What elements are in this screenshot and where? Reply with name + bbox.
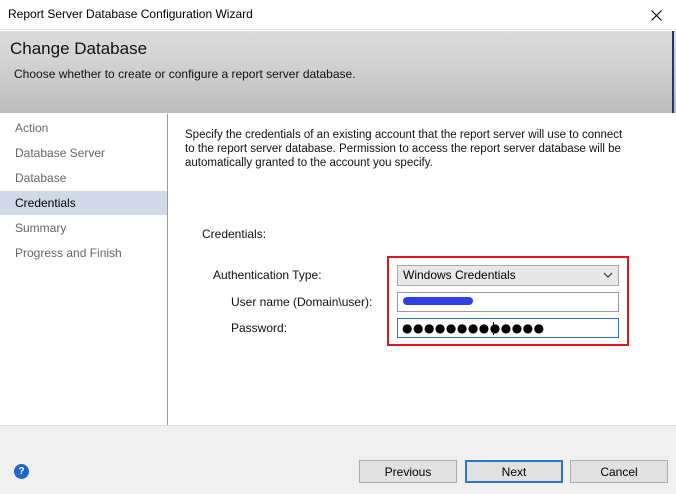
chevron-down-icon [603, 272, 613, 278]
step-credentials[interactable]: Credentials [0, 191, 167, 215]
window-title: Report Server Database Configuration Wiz… [8, 7, 253, 21]
step-database-server[interactable]: Database Server [0, 141, 167, 165]
auth-type-value: Windows Credentials [403, 268, 516, 282]
password-mask: ●●●●●●●●●●●●● [402, 321, 545, 335]
auth-type-dropdown[interactable]: Windows Credentials [397, 265, 619, 286]
step-action[interactable]: Action [0, 116, 167, 140]
wizard-header: Change Database Choose whether to create… [0, 31, 676, 113]
wizard-steps: Action Database Server Database Credenti… [0, 114, 168, 425]
username-label: User name (Domain\user): [231, 295, 373, 309]
credentials-description: Specify the credentials of an existing a… [185, 129, 623, 169]
close-icon [650, 9, 662, 21]
password-label: Password: [231, 321, 288, 335]
step-database[interactable]: Database [0, 166, 167, 190]
password-input[interactable]: ●●●●●●●●●●●●● [397, 318, 619, 338]
text-caret [493, 322, 494, 335]
redacted-username [403, 297, 473, 305]
cancel-button[interactable]: Cancel [570, 460, 668, 483]
header-edge [672, 31, 674, 113]
step-summary[interactable]: Summary [0, 216, 167, 240]
next-button[interactable]: Next [465, 460, 563, 483]
step-progress-and-finish[interactable]: Progress and Finish [0, 241, 167, 265]
auth-type-label: Authentication Type: [213, 268, 322, 282]
wizard-footer: ? Previous Next Cancel [0, 425, 676, 494]
page-title: Change Database [10, 39, 148, 58]
username-input[interactable] [397, 292, 619, 312]
credentials-heading: Credentials: [202, 227, 267, 241]
page-subtitle: Choose whether to create or configure a … [14, 67, 356, 81]
close-button[interactable] [636, 0, 676, 30]
title-bar: Report Server Database Configuration Wiz… [0, 0, 676, 30]
help-icon[interactable]: ? [14, 464, 29, 479]
previous-button[interactable]: Previous [359, 460, 457, 483]
